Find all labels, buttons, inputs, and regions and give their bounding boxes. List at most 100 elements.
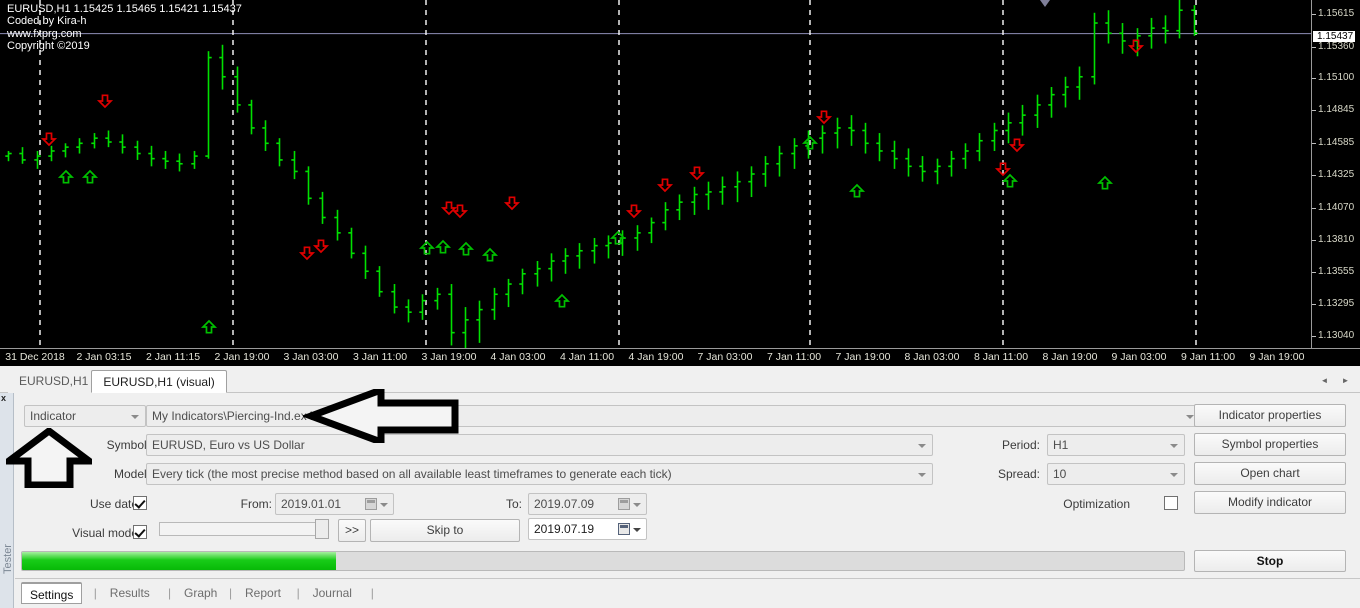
current-price-label: 1.15437 [1313,31,1356,42]
bottom-tab-settings[interactable]: Settings [21,582,83,604]
use-date-label: Use date [89,497,138,511]
tab-scroll-left-icon[interactable]: ◄ [1317,374,1333,388]
time-tick-label: 31 Dec 2018 [5,351,65,363]
bottom-tab-separator: | [370,586,374,600]
chevron-down-icon[interactable] [633,503,641,507]
model-select[interactable]: Every tick (the most precise method base… [146,463,933,485]
use-date-checkbox[interactable] [133,496,147,510]
price-tick [1312,47,1316,48]
slider-thumb[interactable] [315,519,329,539]
chevron-down-icon[interactable] [380,503,388,507]
indicator-properties-button[interactable]: Indicator properties [1194,404,1346,427]
mode-select-value: Indicator [30,409,77,423]
optimization-label: Optimization [1063,497,1130,511]
symbol-properties-button[interactable]: Symbol properties [1194,433,1346,456]
bottom-tab-journal[interactable]: Journal [305,582,360,604]
calendar-icon[interactable] [618,498,630,510]
price-tick-label: 1.14585 [1318,137,1355,148]
period-value: H1 [1053,438,1069,452]
price-tick-label: 1.13040 [1318,330,1355,341]
bottom-tab-separator: | [229,586,233,600]
price-tick [1312,175,1316,176]
spread-label: Spread: [997,467,1040,481]
time-tick-label: 9 Jan 19:00 [1249,351,1305,363]
model-value: Every tick (the most precise method base… [152,467,672,481]
spread-value: 10 [1053,467,1067,481]
time-scale[interactable]: 31 Dec 2018 2 Jan 03:15 2 Jan 11:15 2 Jan 1… [0,348,1360,366]
to-date-field[interactable]: 2019.07.09 [528,493,647,515]
time-tick-label: 2 Jan 11:15 [145,351,201,363]
skip-to-button[interactable]: Skip to [370,519,520,542]
tab-scroll-right-icon[interactable]: ► [1338,374,1354,388]
stop-button[interactable]: Stop [1194,550,1346,572]
calendar-icon[interactable] [365,498,377,510]
skip-to-date-value: 2019.07.19 [534,522,595,536]
time-tick-label: 2 Jan 19:00 [214,351,270,363]
price-tick-label: 1.13295 [1318,298,1355,309]
bottom-tab-separator: | [93,586,97,600]
fast-forward-button[interactable]: >> [338,519,366,542]
to-label: To: [505,497,522,511]
chevron-down-icon [918,473,926,477]
time-tick-label: 2 Jan 03:15 [76,351,132,363]
period-select[interactable]: H1 [1047,434,1185,456]
from-date-value: 2019.01.01 [281,497,342,511]
tab-scroll-buttons[interactable]: ◄ ► [1314,372,1356,390]
price-tick [1312,14,1316,15]
tester-bottom-tab-bar: Settings | Results | Graph | Report | Journal | [15,578,1360,608]
price-tick [1312,208,1316,209]
price-tick-label: 1.14070 [1318,202,1355,213]
chart-symbol-ohlc: EURUSD,H1 1.15425 1.15465 1.15421 1.1543… [7,3,242,15]
price-tick-label: 1.15615 [1318,8,1355,19]
chart-copyright-line: Copyright ©2019 [7,40,90,53]
time-tick-label: 4 Jan 03:00 [490,351,546,363]
time-tick-label: 3 Jan 03:00 [283,351,339,363]
bottom-tab-results[interactable]: Results [102,582,158,604]
visual-mode-checkbox[interactable] [133,525,147,539]
price-tick [1312,304,1316,305]
from-date-field[interactable]: 2019.01.01 [275,493,394,515]
symbol-select[interactable]: EURUSD, Euro vs US Dollar [146,434,933,456]
spread-select[interactable]: 10 [1047,463,1185,485]
to-date-value: 2019.07.09 [534,497,595,511]
visual-mode-label: Visual mode [72,526,138,540]
file-path-field[interactable]: My Indicators\Piercing-Ind.ex4 [146,405,1201,427]
time-tick-label: 7 Jan 03:00 [697,351,753,363]
skip-to-date-field[interactable]: 2019.07.19 [528,518,647,540]
price-scale[interactable]: 1.15615 1.15360 1.15100 1.14845 1.14585 1.143… [1311,0,1360,348]
price-tick [1312,272,1316,273]
file-path-value: My Indicators\Piercing-Ind.ex4 [152,409,314,423]
time-tick-label: 3 Jan 19:00 [421,351,477,363]
price-tick-label: 1.15360 [1318,41,1355,52]
modify-indicator-button[interactable]: Modify indicator [1194,491,1346,514]
price-tick-label: 1.13555 [1318,266,1355,277]
chart-area[interactable]: EURUSD,H1 1.15425 1.15465 1.15421 1.1543… [0,0,1360,366]
time-tick-label: 4 Jan 11:00 [559,351,615,363]
chevron-down-icon [1170,444,1178,448]
price-tick [1312,240,1316,241]
chart-tab-0[interactable]: EURUSD,H1 [8,370,100,393]
chart-tab-1[interactable]: EURUSD,H1 (visual) [91,370,227,393]
bottom-tab-report[interactable]: Report [237,582,289,604]
mode-select[interactable]: Indicator [24,405,146,427]
visual-speed-slider[interactable] [159,519,331,539]
chart-website-line: www.fxprg.com [7,27,82,40]
chevron-down-icon[interactable] [633,528,641,532]
symbol-value: EURUSD, Euro vs US Dollar [152,438,305,452]
chart-author-line: Coded by Kira-h [7,15,87,28]
price-tick-label: 1.14325 [1318,169,1355,180]
test-progress-bar [21,551,1185,571]
time-tick-label: 8 Jan 03:00 [904,351,960,363]
period-label: Period: [1001,438,1040,452]
calendar-icon[interactable] [618,523,630,535]
price-tick [1312,143,1316,144]
open-chart-button[interactable]: Open chart [1194,462,1346,485]
tester-sidebar: x Tester [0,393,14,608]
bottom-tab-graph[interactable]: Graph [176,582,225,604]
close-icon[interactable]: x [1,394,6,403]
bottom-tab-separator: | [296,586,300,600]
optimization-checkbox[interactable] [1164,496,1178,510]
tester-panel-title: Tester [2,544,14,574]
chart-info-header: EURUSD,H1 1.15425 1.15465 1.15421 1.1543… [7,3,242,53]
time-tick-label: 9 Jan 11:00 [1180,351,1236,363]
